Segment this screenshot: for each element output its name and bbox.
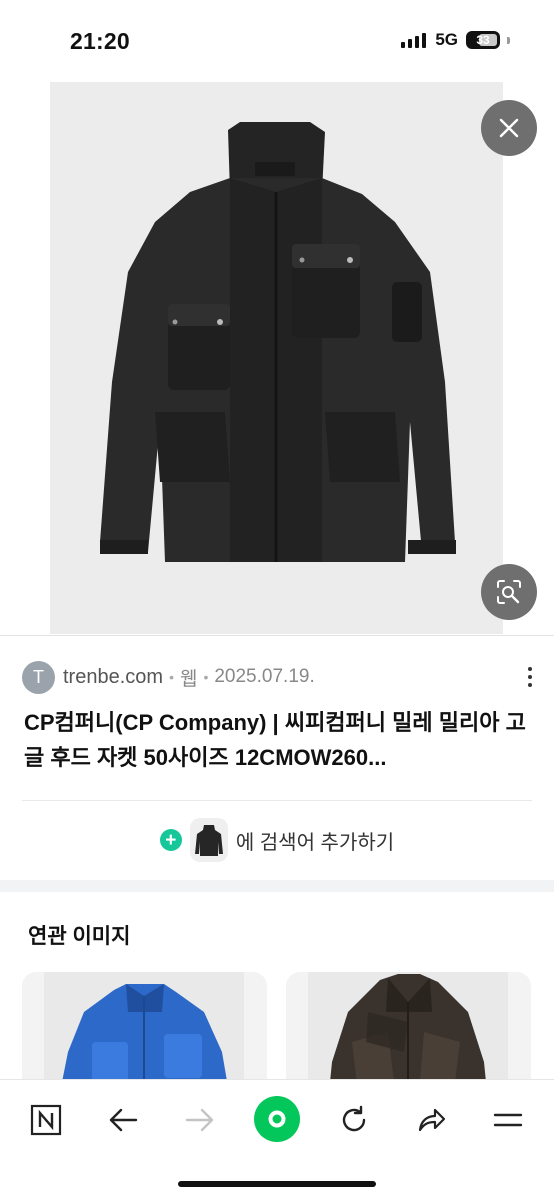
main-product-image[interactable] — [50, 82, 503, 634]
home-indicator[interactable] — [178, 1181, 376, 1187]
signal-icon — [401, 32, 427, 48]
source-domain[interactable]: trenbe.com — [63, 666, 163, 689]
refresh-button[interactable] — [332, 1098, 376, 1142]
naver-home-button[interactable] — [24, 1098, 68, 1142]
forward-button[interactable] — [178, 1098, 222, 1142]
lens-icon — [497, 580, 521, 604]
battery-level: 33 — [476, 33, 490, 47]
green-dot-button[interactable] — [254, 1096, 300, 1142]
separator-dot: • — [203, 669, 209, 685]
source-row[interactable]: T trenbe.com • 웹 • 2025.07.19. — [22, 660, 542, 694]
hamburger-icon — [493, 1113, 523, 1127]
menu-button[interactable] — [486, 1098, 530, 1142]
separator-dot: • — [169, 669, 174, 685]
green-dot-icon — [268, 1110, 286, 1128]
section-separator — [0, 880, 554, 892]
add-search-label: 에 검색어 추가하기 — [235, 831, 395, 854]
source-date: 2025.07.19. — [214, 666, 315, 687]
related-images-heading: 연관 이미지 — [28, 925, 131, 948]
query-image-thumbnail — [189, 818, 228, 862]
back-button[interactable] — [101, 1098, 145, 1142]
refresh-icon — [342, 1105, 366, 1132]
jacket-image — [50, 82, 503, 634]
divider — [22, 800, 532, 801]
more-options-icon[interactable] — [528, 667, 532, 687]
network-type: 5G — [435, 30, 458, 49]
source-type: 웹 — [179, 668, 198, 690]
close-button[interactable] — [481, 100, 537, 156]
share-button[interactable] — [409, 1098, 453, 1142]
arrow-left-icon — [109, 1108, 138, 1132]
result-title[interactable]: CP컴퍼니(CP Company) | 씨피컴퍼니 밀레 밀리아 고글 후드 자… — [24, 705, 534, 775]
source-favicon: T — [22, 660, 55, 694]
share-icon — [418, 1108, 446, 1132]
status-indicators: 5G 33 — [401, 30, 510, 50]
divider — [0, 635, 554, 636]
status-time: 21:20 — [70, 28, 130, 54]
plus-icon: + — [159, 829, 182, 851]
close-icon — [499, 118, 519, 138]
status-bar: 21:20 5G 33 — [0, 0, 554, 78]
naver-n-icon — [30, 1104, 62, 1136]
add-search-term-button[interactable]: + 에 검색어 추가하기 — [0, 814, 554, 866]
battery-icon: 33 — [466, 31, 500, 49]
arrow-right-icon — [185, 1108, 214, 1132]
image-search-button[interactable] — [481, 564, 537, 620]
